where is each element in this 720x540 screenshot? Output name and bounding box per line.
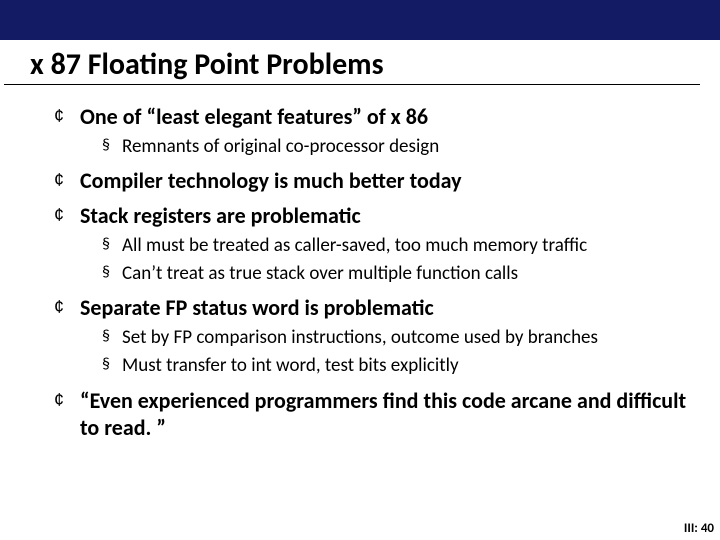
sub-bullet-item: Must transfer to int word, test bits exp… bbox=[102, 353, 690, 379]
sub-bullet-item: Can’t treat as true stack over multiple … bbox=[102, 261, 690, 287]
sub-bullet-item: Set by FP comparison instructions, outco… bbox=[102, 325, 690, 351]
sub-bullet-item: Remnants of original co-processor design bbox=[102, 134, 690, 160]
bullet-text: Separate FP status word is problematic bbox=[80, 294, 434, 321]
sub-bullet-list: Set by FP comparison instructions, outco… bbox=[80, 325, 690, 378]
slide-body: One of “least elegant features” of x 86 … bbox=[0, 85, 720, 441]
slide-number: III: 40 bbox=[684, 521, 714, 536]
bullet-item: Compiler technology is much better today bbox=[54, 167, 690, 194]
bullet-text: Compiler technology is much better today bbox=[80, 167, 462, 194]
sub-bullet-item: All must be treated as caller-saved, too… bbox=[102, 233, 690, 259]
bullet-item: Separate FP status word is problematic S… bbox=[54, 294, 690, 378]
bullet-item: One of “least elegant features” of x 86 … bbox=[54, 103, 690, 160]
bullet-text: One of “least elegant features” of x 86 bbox=[80, 103, 428, 130]
bullet-list: One of “least elegant features” of x 86 … bbox=[54, 103, 690, 441]
bullet-item: “Even experienced programmers find this … bbox=[54, 387, 690, 441]
slide: x 87 Floating Point Problems One of “lea… bbox=[0, 0, 720, 540]
sub-bullet-list: Remnants of original co-processor design bbox=[80, 134, 690, 160]
slide-title: x 87 Floating Point Problems bbox=[4, 40, 700, 85]
bullet-text: Stack registers are problematic bbox=[80, 202, 361, 229]
sub-bullet-list: All must be treated as caller-saved, too… bbox=[80, 233, 690, 286]
bullet-item: Stack registers are problematic All must… bbox=[54, 202, 690, 286]
bullet-text: “Even experienced programmers find this … bbox=[80, 387, 686, 441]
top-bar bbox=[0, 0, 720, 40]
